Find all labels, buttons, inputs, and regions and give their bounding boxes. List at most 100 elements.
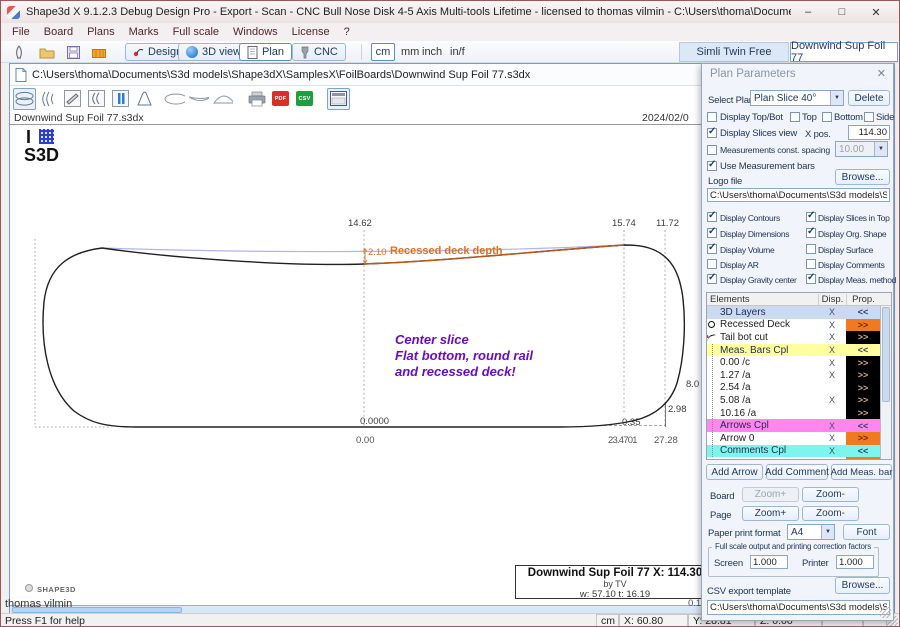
flat-shape-icon[interactable] (187, 88, 210, 110)
paper-format-dropdown[interactable]: A4 ▼ (787, 524, 835, 540)
display-slices-view-checkbox[interactable] (707, 128, 717, 138)
element-display-flag[interactable]: X (818, 433, 846, 443)
display-meas-method-checkbox[interactable] (806, 274, 816, 284)
top-checkbox[interactable] (790, 112, 800, 122)
unit-mm[interactable]: mm (401, 46, 419, 58)
tab-downwind-sup-foil-77[interactable]: Downwind Sup Foil 77 (790, 42, 898, 62)
display-surface-checkbox[interactable] (806, 244, 816, 254)
element-prop-button[interactable]: << (846, 344, 880, 357)
display-topbot-checkbox[interactable] (707, 112, 717, 122)
element-display-flag[interactable]: X (818, 332, 846, 342)
bottom-checkbox[interactable] (822, 112, 832, 122)
page-zoom-in-button[interactable]: Zoom+ (742, 506, 799, 521)
element-display-flag[interactable]: X (818, 395, 846, 405)
menu-item-license[interactable]: License (285, 25, 337, 39)
add-meas-bar-button[interactable]: Add Meas. bar (831, 464, 892, 480)
element-prop-button[interactable]: >> (846, 369, 880, 382)
element-row-recessed-deck[interactable]: Recessed DeckX>> (707, 319, 880, 332)
menu-item-marks[interactable]: Marks (122, 25, 166, 39)
edit-slice-icon[interactable] (85, 88, 108, 110)
window-view-icon[interactable] (327, 88, 350, 110)
unit-inch[interactable]: inch (422, 46, 442, 58)
element-row-tail-bot-cut[interactable]: Tail bot cutX>> (707, 331, 880, 344)
unit-inf[interactable]: in/f (450, 46, 465, 58)
display-dimensions-checkbox[interactable] (707, 228, 717, 238)
element-display-flag[interactable]: X (818, 446, 846, 456)
element-prop-button[interactable]: << (846, 445, 880, 458)
drawing-canvas[interactable]: I S3D 14.62 15.74 11.72 2 (11, 125, 701, 605)
elements-scrollbar-thumb[interactable] (882, 307, 890, 402)
slice-profile-icon[interactable] (37, 88, 60, 110)
element-row-arrows-cpl[interactable]: Arrows CplX<< (707, 419, 880, 432)
element-display-flag[interactable]: X (818, 320, 846, 330)
add-arrow-button[interactable]: Add Arrow (706, 464, 763, 480)
spacing-dropdown[interactable]: 10.00 ▼ (835, 141, 888, 157)
unit-cm-selected[interactable]: cm (371, 43, 395, 61)
elements-scrollbar[interactable] (880, 306, 891, 459)
element-row-0-00-c[interactable]: 0.00 /cX>> (707, 356, 880, 369)
add-comment-button[interactable]: Add Comment (766, 464, 828, 480)
element-row-3d-layers[interactable]: 3D LayersX<< (707, 306, 880, 319)
element-row-10-16-a[interactable]: 10.16 /a>> (707, 407, 880, 420)
display-comments-checkbox[interactable] (806, 259, 816, 269)
element-prop-button[interactable]: << (846, 306, 880, 319)
element-prop-button[interactable]: >> (846, 331, 880, 344)
ellipse-shape-icon[interactable] (163, 88, 186, 110)
element-row-1-27-a[interactable]: 1.27 /aX>> (707, 369, 880, 382)
element-prop-button[interactable]: >> (846, 432, 880, 445)
save-icon[interactable] (63, 44, 83, 61)
maximize-button[interactable]: □ (825, 6, 859, 18)
cnc-button[interactable]: CNC (292, 43, 346, 61)
display-volume-checkbox[interactable] (707, 244, 717, 254)
select-plan-dropdown[interactable]: Plan Slice 40° ▼ (750, 90, 844, 106)
menu-item-full-scale[interactable]: Full scale (166, 25, 226, 39)
outline-view-icon[interactable] (13, 88, 36, 110)
csv-export-icon[interactable]: CSV (293, 88, 316, 110)
curve-icon[interactable] (133, 88, 156, 110)
panel-close-icon[interactable]: ✕ (877, 67, 886, 80)
csv-template-input[interactable] (707, 600, 890, 615)
meas-const-spacing-checkbox[interactable] (707, 145, 717, 155)
menu-item-board[interactable]: Board (37, 25, 80, 39)
comment-annotation[interactable]: Center slice Flat bottom, round rail and… (395, 332, 533, 380)
panel-resize-grip[interactable] (880, 607, 891, 618)
element-display-flag[interactable]: X (818, 307, 846, 317)
scale-icon[interactable] (89, 44, 109, 61)
close-button[interactable]: ✕ (859, 6, 893, 19)
element-display-flag[interactable]: X (818, 358, 846, 368)
element-row-meas-bars-cpl[interactable]: Meas. Bars CplX<< (707, 344, 880, 357)
menu-item-[interactable]: ? (337, 25, 357, 39)
element-prop-button[interactable]: >> (846, 382, 880, 395)
minimize-button[interactable]: – (791, 6, 825, 18)
print-icon[interactable] (245, 88, 268, 110)
menu-item-file[interactable]: File (5, 25, 37, 39)
element-display-flag[interactable]: X (818, 370, 846, 380)
open-folder-icon[interactable] (37, 44, 57, 61)
element-row-partial[interactable] (707, 457, 880, 460)
screen-factor-input[interactable] (750, 555, 788, 569)
display-contours-checkbox[interactable] (707, 212, 717, 222)
tab-simli-twin-free[interactable]: Simli Twin Free (679, 42, 789, 62)
display-gravity-checkbox[interactable] (707, 274, 717, 284)
element-row-arrow-0[interactable]: Arrow 0X>> (707, 432, 880, 445)
page-zoom-out-button[interactable]: Zoom- (802, 506, 859, 521)
element-prop-button[interactable]: >> (846, 394, 880, 407)
x-pos-input[interactable] (848, 125, 890, 140)
edit-top-view-icon[interactable] (61, 88, 84, 110)
display-ar-checkbox[interactable] (707, 259, 717, 269)
element-row-comments-cpl[interactable]: Comments CplX<< (707, 445, 880, 458)
board-zoom-out-button[interactable]: Zoom- (802, 487, 859, 502)
element-prop-button[interactable]: >> (846, 356, 880, 369)
menu-item-plans[interactable]: Plans (80, 25, 122, 39)
logo-file-input[interactable] (707, 188, 890, 202)
element-row-5-08-a[interactable]: 5.08 /aX>> (707, 394, 880, 407)
board-zoom-in-button[interactable]: Zoom+ (742, 487, 799, 502)
delete-plan-button[interactable]: Delete (848, 90, 890, 106)
element-prop-button[interactable]: << (846, 419, 880, 432)
printer-factor-input[interactable] (836, 555, 874, 569)
display-org-shape-checkbox[interactable] (806, 228, 816, 238)
pen-icon[interactable] (9, 44, 29, 61)
element-display-flag[interactable]: X (818, 345, 846, 355)
side-checkbox[interactable] (864, 112, 874, 122)
element-prop-button[interactable]: >> (846, 407, 880, 420)
